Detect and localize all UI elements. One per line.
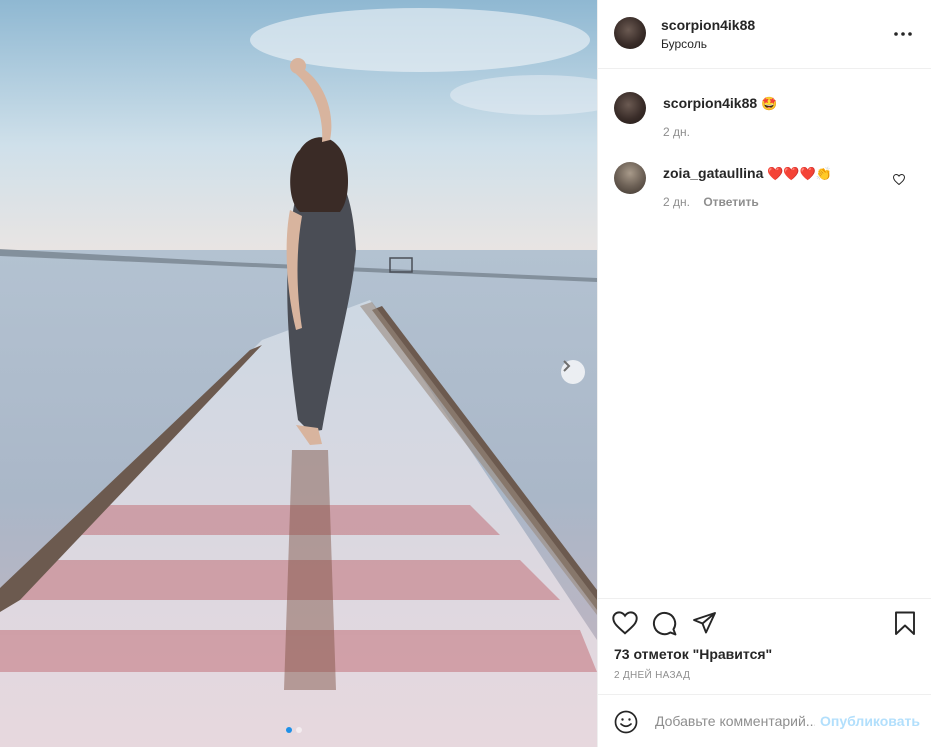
comment-time[interactable]: 2 дн. bbox=[663, 125, 690, 139]
comment-meta: 2 дн. Ответить bbox=[663, 195, 759, 209]
comment-avatar[interactable] bbox=[614, 92, 646, 124]
photo-illustration bbox=[0, 0, 597, 747]
heart-icon bbox=[612, 611, 638, 635]
post-header: scorpion4ik88 Бурсоль bbox=[598, 0, 931, 69]
comment-icon bbox=[652, 611, 677, 636]
post-actions: 73 отметок "Нравится" 2 ДНЕЙ НАЗАД bbox=[598, 598, 931, 695]
bookmark-icon bbox=[895, 611, 915, 635]
smiley-icon bbox=[614, 710, 638, 734]
post-container: scorpion4ik88 Бурсоль scorpion4ik88 🤩 2 … bbox=[0, 0, 931, 747]
comment-avatar[interactable] bbox=[614, 162, 646, 194]
comment-time[interactable]: 2 дн. bbox=[663, 195, 690, 209]
author-avatar[interactable] bbox=[614, 17, 646, 49]
emoji-button[interactable] bbox=[614, 710, 638, 739]
comment-button[interactable] bbox=[652, 611, 677, 641]
carousel-dot bbox=[296, 727, 302, 733]
comment-meta: 2 дн. bbox=[663, 125, 690, 139]
comments-list: scorpion4ik88 🤩 2 дн. zoia_gataullina ❤️… bbox=[598, 69, 931, 599]
author-username[interactable]: scorpion4ik88 bbox=[661, 17, 755, 33]
carousel-dot-active bbox=[286, 727, 292, 733]
likes-count[interactable]: 73 отметок "Нравится" bbox=[614, 646, 772, 662]
carousel-indicator bbox=[286, 727, 302, 733]
post-date[interactable]: 2 ДНЕЙ НАЗАД bbox=[614, 670, 690, 681]
next-photo-button[interactable] bbox=[561, 360, 585, 384]
share-button[interactable] bbox=[692, 611, 717, 640]
post-side-panel: scorpion4ik88 Бурсоль scorpion4ik88 🤩 2 … bbox=[597, 0, 931, 747]
chevron-right-icon bbox=[563, 360, 571, 372]
post-photo[interactable] bbox=[0, 0, 597, 747]
comment-input[interactable] bbox=[653, 712, 817, 730]
save-button[interactable] bbox=[894, 611, 916, 641]
heart-outline-icon bbox=[892, 173, 906, 186]
more-options-button[interactable] bbox=[891, 24, 915, 44]
comment-text: ❤️❤️❤️👏 bbox=[767, 166, 832, 181]
like-button[interactable] bbox=[612, 611, 638, 640]
reply-button[interactable]: Ответить bbox=[703, 195, 758, 209]
comment-username[interactable]: zoia_gataullina bbox=[663, 165, 763, 181]
comment-like-button[interactable] bbox=[892, 172, 906, 190]
comment-text: 🤩 bbox=[761, 96, 778, 111]
add-comment-bar: Опубликовать bbox=[598, 694, 931, 748]
comment-body: zoia_gataullina ❤️❤️❤️👏 bbox=[663, 165, 832, 182]
post-location[interactable]: Бурсоль bbox=[661, 37, 707, 51]
paper-plane-icon bbox=[693, 612, 716, 634]
more-horizontal-icon bbox=[894, 32, 912, 36]
comment-body: scorpion4ik88 🤩 bbox=[663, 95, 777, 112]
publish-button[interactable]: Опубликовать bbox=[820, 713, 920, 729]
comment-username[interactable]: scorpion4ik88 bbox=[663, 95, 757, 111]
